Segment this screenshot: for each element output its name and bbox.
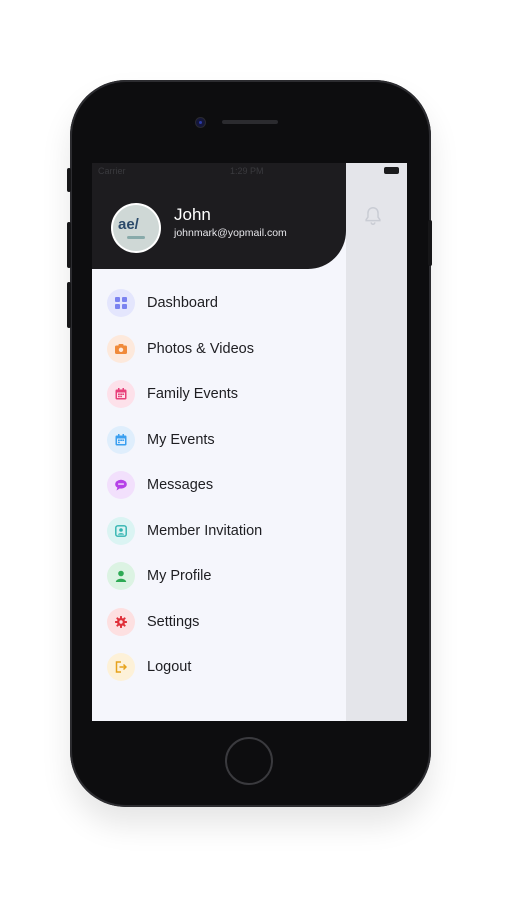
camera-icon	[107, 334, 135, 363]
mute-switch	[67, 168, 71, 192]
menu-label: Dashboard	[147, 295, 218, 311]
menu-label: My Events	[147, 431, 215, 448]
front-camera	[196, 118, 205, 127]
menu-label: Family Events	[147, 386, 239, 402]
menu-item-photos-videos[interactable]: Photos & Videos	[92, 331, 346, 367]
menu-label: Messages	[147, 477, 214, 493]
menu-item-logout[interactable]: Logout	[92, 649, 346, 685]
avatar-stripe	[127, 236, 145, 239]
menu-item-messages[interactable]: Messages	[92, 467, 346, 503]
menu-item-my-events[interactable]: My Events	[92, 422, 346, 458]
menu-item-settings[interactable]: Settings	[92, 604, 346, 640]
menu-item-my-profile[interactable]: My Profile	[92, 558, 346, 594]
menu-item-member-invitation[interactable]: Member Invitation	[92, 513, 346, 549]
volume-up-button	[67, 222, 71, 268]
bell-icon[interactable]	[362, 205, 384, 227]
menu-label: Photos & Videos	[147, 340, 254, 357]
home-button[interactable]	[225, 737, 273, 785]
avatar[interactable]: ae/	[113, 205, 159, 251]
content-overlay[interactable]	[346, 163, 407, 721]
avatar-text: ae/	[118, 216, 139, 233]
calendar-icon	[107, 380, 135, 408]
dashboard-icon	[107, 289, 135, 317]
screen: ae/ John johnmark@yopmail.com Carrier 1:…	[92, 163, 407, 721]
chat-icon	[107, 471, 135, 499]
menu-label: Settings	[147, 613, 200, 630]
earpiece-speaker	[222, 120, 278, 124]
user-icon	[107, 562, 135, 590]
menu-label: Member Invitation	[147, 522, 263, 539]
calendar-icon	[107, 425, 135, 454]
menu-label: Logout	[147, 659, 192, 675]
battery-icon	[384, 167, 399, 174]
user-name: John	[174, 205, 211, 224]
volume-down-button	[67, 282, 71, 328]
menu-item-family-events[interactable]: Family Events	[92, 376, 346, 412]
status-time: 1:29 PM	[230, 166, 264, 176]
menu-item-dashboard[interactable]: Dashboard	[92, 285, 346, 321]
user-email: johnmark@yopmail.com	[174, 227, 287, 239]
gear-icon	[107, 607, 135, 636]
logout-icon	[107, 653, 135, 681]
menu-label: My Profile	[147, 568, 212, 584]
carrier-label: Carrier	[98, 166, 126, 176]
status-bar: Carrier 1:29 PM	[92, 163, 407, 179]
power-button	[428, 220, 432, 266]
invitation-icon	[107, 516, 135, 545]
